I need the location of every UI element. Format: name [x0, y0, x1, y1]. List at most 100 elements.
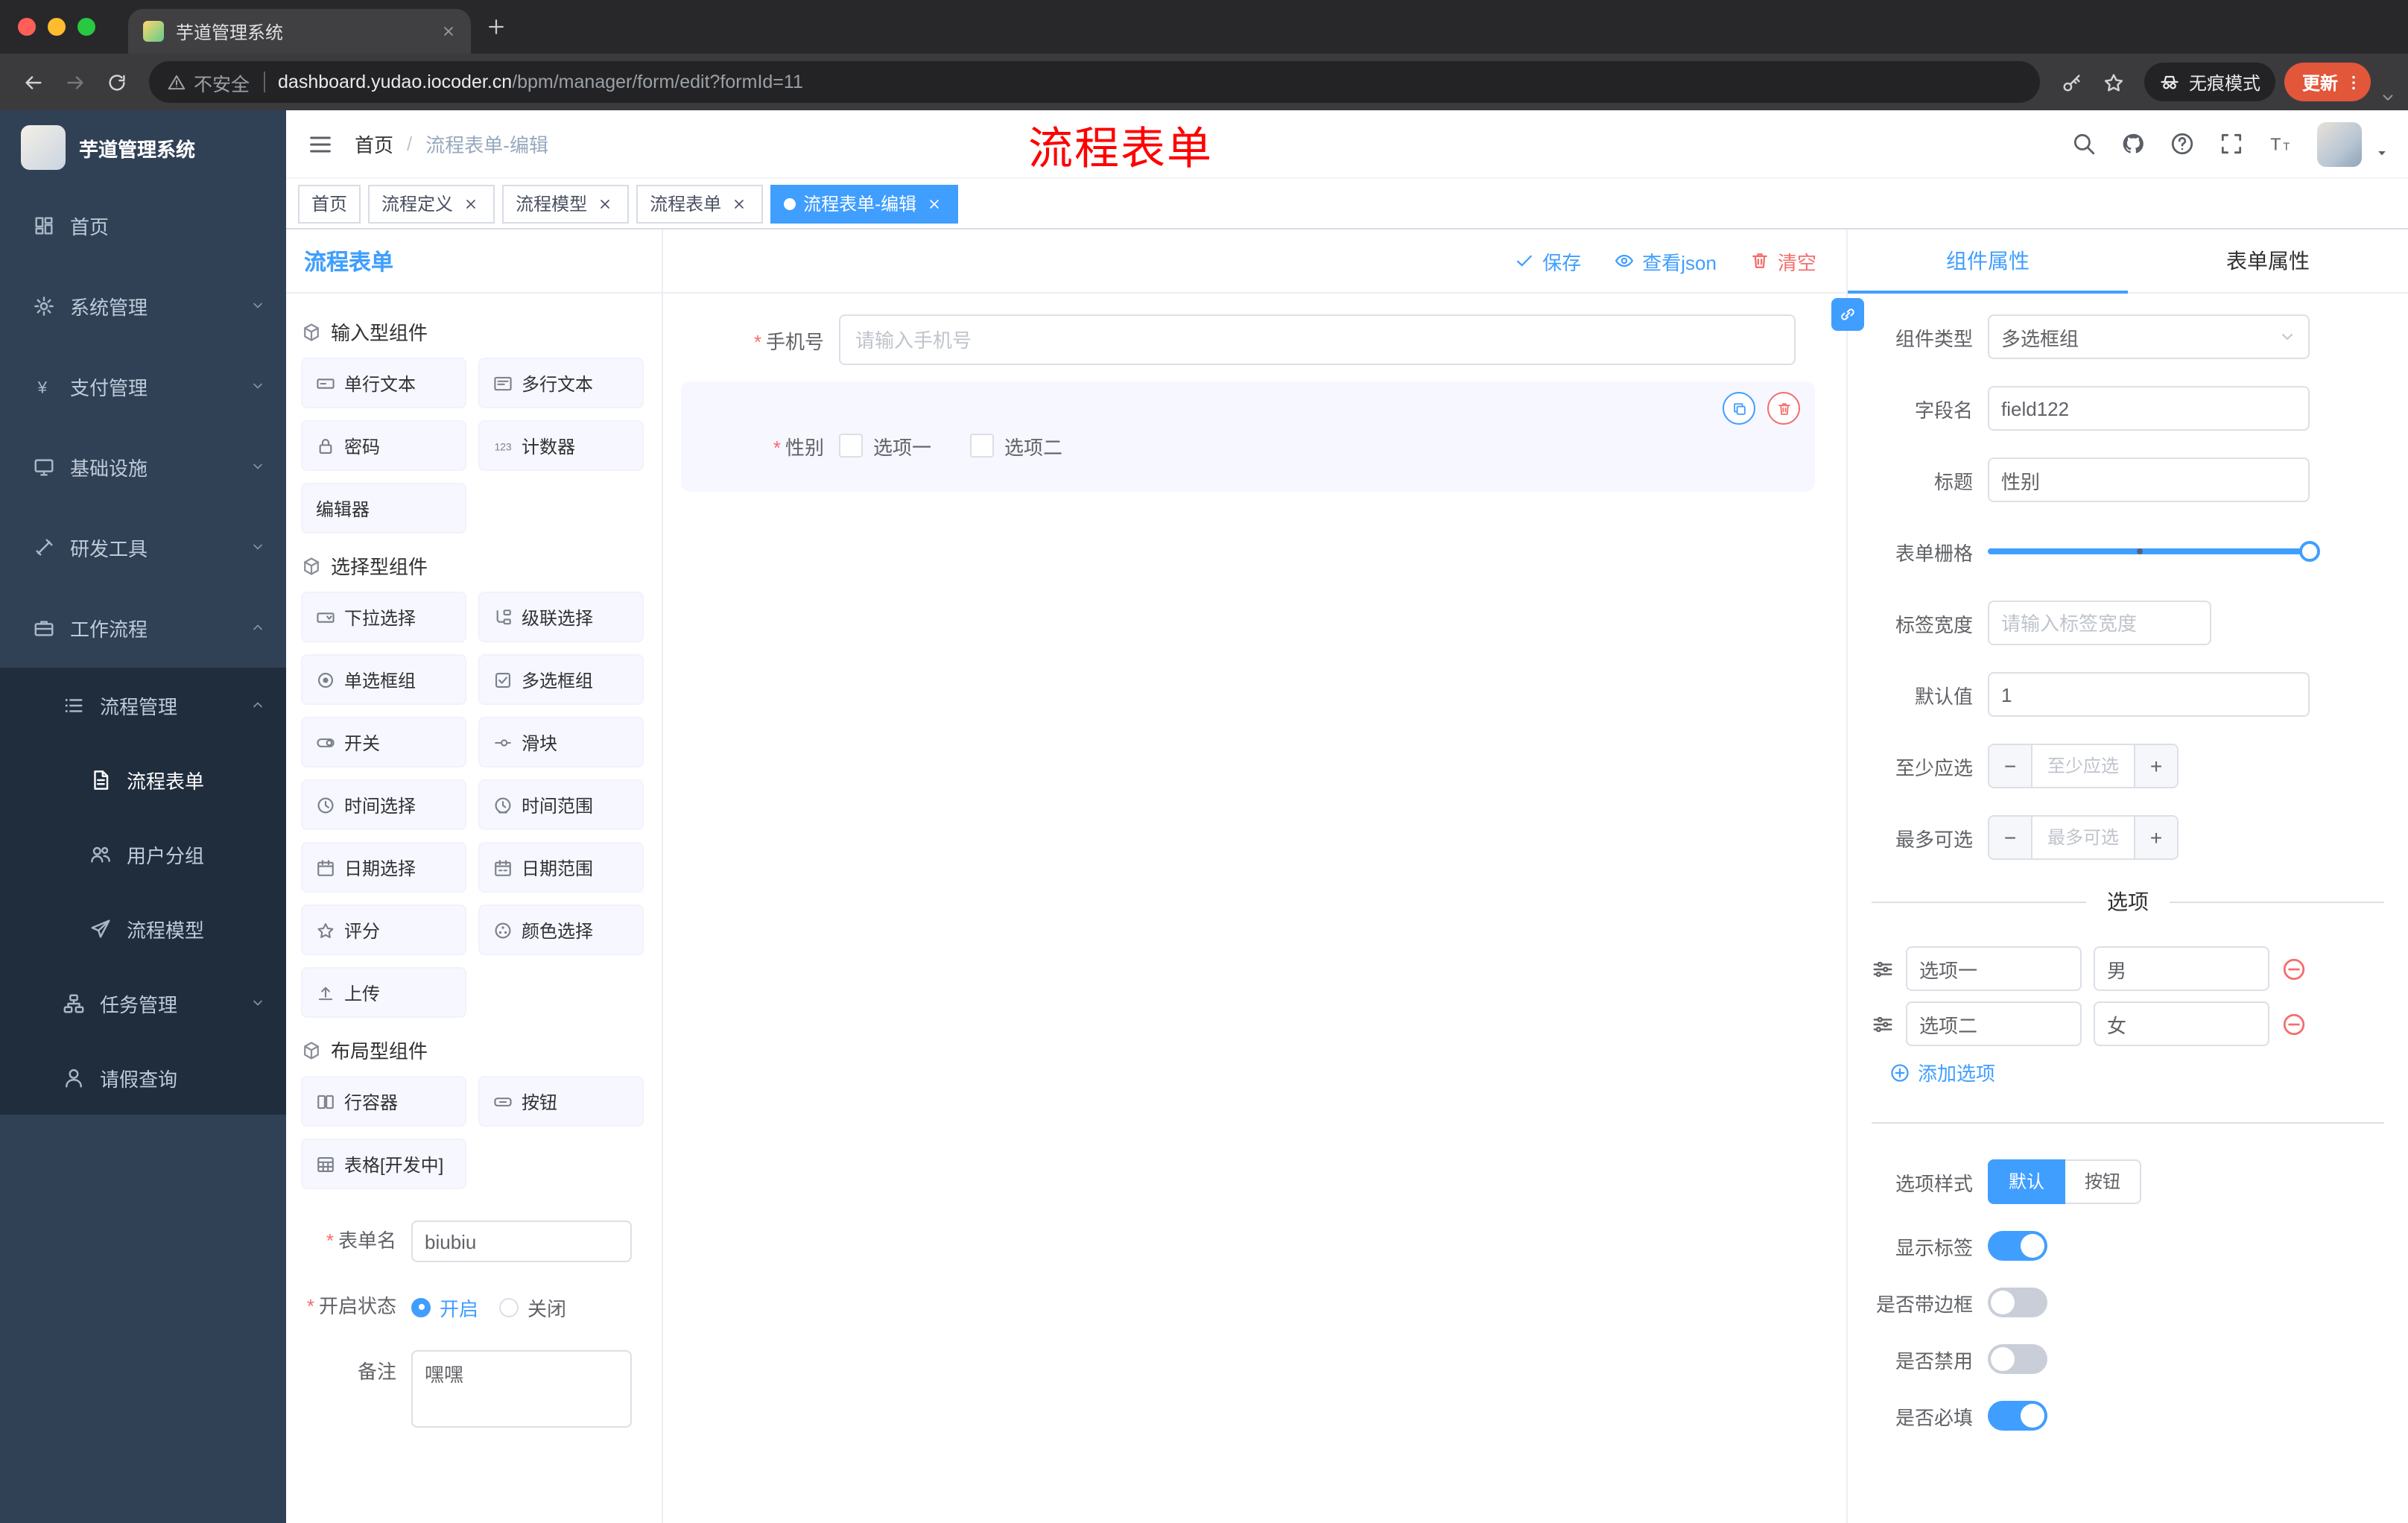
- browser-menu-icon[interactable]: [2344, 72, 2363, 92]
- title-input[interactable]: [1988, 457, 2310, 502]
- increase-button[interactable]: +: [2134, 745, 2177, 787]
- toggle-switch-3[interactable]: [1988, 1401, 2047, 1431]
- save-button[interactable]: 保存: [1514, 247, 1581, 275]
- back-button[interactable]: [12, 61, 54, 103]
- palette-item[interactable]: 按钮: [478, 1076, 644, 1127]
- form-name-input[interactable]: [411, 1220, 632, 1262]
- fullscreen-icon[interactable]: [2219, 131, 2244, 156]
- palette-item[interactable]: 日期选择: [301, 842, 466, 893]
- tag-close-icon[interactable]: [729, 193, 750, 214]
- maximize-window-button[interactable]: [77, 18, 95, 36]
- password-key-icon[interactable]: [2052, 61, 2094, 103]
- browser-tab[interactable]: 芋道管理系统: [128, 9, 471, 54]
- tag-close-icon[interactable]: [924, 193, 945, 214]
- remove-option-button[interactable]: [2281, 956, 2307, 981]
- copy-component-button[interactable]: [1723, 392, 1755, 425]
- phone-input[interactable]: [839, 314, 1796, 365]
- add-option-button[interactable]: 添加选项: [1889, 1058, 2384, 1086]
- new-tab-button[interactable]: [486, 16, 507, 37]
- canvas-field-phone[interactable]: * 手机号: [681, 314, 1846, 365]
- tag-3[interactable]: 流程表单: [636, 184, 764, 223]
- remove-option-button[interactable]: [2281, 1011, 2307, 1036]
- label-width-input[interactable]: [1988, 601, 2211, 645]
- palette-item[interactable]: 表格[开发中]: [301, 1139, 466, 1189]
- forward-button[interactable]: [54, 61, 95, 103]
- close-window-button[interactable]: [18, 18, 36, 36]
- sidebar-item-6[interactable]: 流程管理: [0, 668, 286, 742]
- decrease-button[interactable]: −: [1989, 745, 2032, 787]
- status-closed-radio[interactable]: 关闭: [499, 1293, 566, 1321]
- default-value-input[interactable]: [1988, 672, 2310, 717]
- props-tab-1[interactable]: 表单属性: [2128, 229, 2408, 292]
- update-button[interactable]: 更新: [2284, 63, 2371, 101]
- palette-item[interactable]: 下拉选择: [301, 592, 466, 642]
- palette-item[interactable]: 多选框组: [478, 654, 644, 705]
- link-badge-icon[interactable]: [1831, 298, 1864, 331]
- increase-button[interactable]: +: [2134, 817, 2177, 858]
- reload-button[interactable]: [95, 61, 137, 103]
- search-icon[interactable]: [2071, 131, 2097, 156]
- palette-item[interactable]: 编辑器: [301, 483, 466, 533]
- form-grid-slider[interactable]: [1988, 529, 2320, 574]
- style-option-1[interactable]: 按钮: [2065, 1159, 2142, 1204]
- clear-button[interactable]: 清空: [1749, 247, 1816, 275]
- github-icon[interactable]: [2120, 131, 2146, 156]
- avatar-caret-icon[interactable]: [2374, 144, 2390, 160]
- min-select-input[interactable]: [2032, 745, 2134, 787]
- sidebar-item-2[interactable]: ¥ 支付管理: [0, 346, 286, 426]
- checkbox-option-2[interactable]: 选项二: [970, 431, 1062, 460]
- sidebar-item-4[interactable]: 研发工具: [0, 507, 286, 587]
- option-value-input[interactable]: [2094, 1001, 2269, 1046]
- app-logo[interactable]: 芋道管理系统: [0, 110, 286, 185]
- avatar[interactable]: [2317, 121, 2362, 166]
- tab-close-icon[interactable]: [441, 24, 456, 39]
- breadcrumb-home[interactable]: 首页: [355, 130, 393, 158]
- sidebar-item-7[interactable]: 流程表单: [0, 742, 286, 817]
- browser-chevron-icon[interactable]: [2380, 89, 2396, 106]
- palette-item[interactable]: 单行文本: [301, 358, 466, 408]
- delete-component-button[interactable]: [1767, 392, 1800, 425]
- palette-item[interactable]: 上传: [301, 967, 466, 1018]
- slider-handle[interactable]: [2299, 541, 2320, 562]
- palette-item[interactable]: 滑块: [478, 717, 644, 767]
- font-size-icon[interactable]: TT: [2268, 131, 2293, 156]
- props-tab-0[interactable]: 组件属性: [1848, 229, 2128, 294]
- sidebar-item-5[interactable]: 工作流程: [0, 587, 286, 668]
- tag-2[interactable]: 流程模型: [502, 184, 630, 223]
- palette-item[interactable]: 级联选择: [478, 592, 644, 642]
- drag-handle-icon[interactable]: [1872, 957, 1894, 980]
- view-json-button[interactable]: 查看json: [1614, 247, 1717, 275]
- palette-item[interactable]: 开关: [301, 717, 466, 767]
- tag-1[interactable]: 流程定义: [368, 184, 495, 223]
- tag-close-icon[interactable]: [460, 193, 481, 214]
- max-select-input[interactable]: [2032, 817, 2134, 858]
- palette-item[interactable]: 单选框组: [301, 654, 466, 705]
- toggle-switch-1[interactable]: [1988, 1288, 2047, 1317]
- field-name-input[interactable]: [1988, 386, 2310, 431]
- address-bar[interactable]: 不安全 dashboard.yudao.iocoder.cn /bpm/mana…: [149, 61, 2040, 103]
- sidebar-item-3[interactable]: 基础设施: [0, 426, 286, 507]
- sidebar-item-9[interactable]: 流程模型: [0, 891, 286, 966]
- tag-4[interactable]: 流程表单-编辑: [770, 184, 959, 223]
- palette-item[interactable]: 123 计数器: [478, 420, 644, 471]
- option-value-input[interactable]: [2094, 946, 2269, 991]
- palette-item[interactable]: 时间范围: [478, 779, 644, 830]
- palette-item[interactable]: 密码: [301, 420, 466, 471]
- sidebar-item-10[interactable]: 任务管理: [0, 966, 286, 1040]
- hamburger-icon[interactable]: [286, 130, 355, 157]
- palette-item[interactable]: 颜色选择: [478, 905, 644, 955]
- palette-item[interactable]: 日期范围: [478, 842, 644, 893]
- toggle-switch-0[interactable]: [1988, 1231, 2047, 1261]
- sidebar-item-11[interactable]: 请假查询: [0, 1040, 286, 1115]
- option-name-input[interactable]: [1906, 946, 2082, 991]
- help-icon[interactable]: [2170, 131, 2195, 156]
- palette-item[interactable]: 评分: [301, 905, 466, 955]
- option-name-input[interactable]: [1906, 1001, 2082, 1046]
- drag-handle-icon[interactable]: [1872, 1013, 1894, 1035]
- tag-0[interactable]: 首页: [298, 184, 361, 223]
- checkbox-option-1[interactable]: 选项一: [839, 431, 931, 460]
- sidebar-item-1[interactable]: 系统管理: [0, 265, 286, 346]
- sidebar-item-8[interactable]: 用户分组: [0, 817, 286, 891]
- selected-component[interactable]: * 性别 选项一 选项二: [681, 381, 1815, 492]
- tag-close-icon[interactable]: [595, 193, 615, 214]
